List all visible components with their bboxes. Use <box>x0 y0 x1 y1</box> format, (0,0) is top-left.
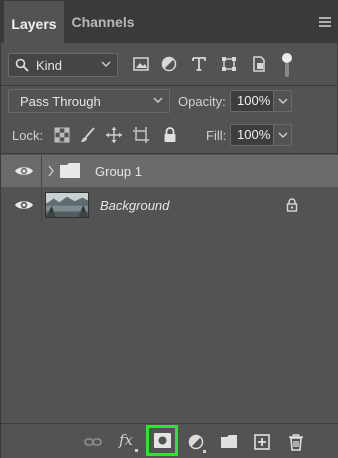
visibility-eye-icon[interactable] <box>14 198 34 212</box>
layer-row-group-1[interactable]: Group 1 <box>1 155 338 187</box>
chevron-down-icon <box>153 97 163 103</box>
filter-kind-label: Kind <box>36 58 63 73</box>
type-filter-icon[interactable] <box>190 55 208 73</box>
layer-name[interactable]: Group 1 <box>95 164 142 179</box>
expand-caret-icon[interactable] <box>48 165 54 177</box>
new-layer-icon[interactable] <box>253 433 271 451</box>
layers-panel: Layers Channels Kind Pass Through Opacit… <box>0 0 338 458</box>
layer-row-background[interactable]: Background <box>1 189 338 221</box>
pixel-filter-icon[interactable] <box>132 55 150 73</box>
folder-icon <box>60 163 80 178</box>
new-group-icon[interactable] <box>220 433 238 451</box>
tab-layers[interactable]: Layers <box>4 1 64 43</box>
shape-filter-icon[interactable] <box>220 55 238 73</box>
blend-mode-label: Pass Through <box>20 94 101 109</box>
chevron-down-icon <box>278 98 288 104</box>
blend-mode-dropdown[interactable]: Pass Through <box>8 89 170 113</box>
fx-menu-indicator <box>135 449 138 452</box>
fill-input[interactable]: 100% <box>230 124 274 146</box>
search-icon <box>15 58 29 72</box>
new-adjustment-layer-icon[interactable] <box>187 433 205 451</box>
layer-filter-row: Kind <box>1 49 338 83</box>
lock-position-icon[interactable] <box>105 126 123 144</box>
link-layers-icon[interactable] <box>84 433 102 451</box>
add-layer-mask-icon <box>154 433 171 448</box>
lock-label: Lock: <box>12 128 44 143</box>
fx-icon[interactable]: fx <box>119 431 133 449</box>
opacity-input[interactable]: 100% <box>230 90 274 112</box>
divider <box>1 153 338 154</box>
layer-lock-icon <box>286 198 298 212</box>
opacity-label: Opacity: <box>178 94 226 109</box>
smart-object-filter-icon[interactable] <box>250 55 268 73</box>
panel-tab-bar: Layers Channels <box>1 1 338 43</box>
adjustment-menu-indicator <box>203 450 206 453</box>
delete-layer-icon[interactable] <box>287 433 305 451</box>
lock-artboard-icon[interactable] <box>132 126 150 144</box>
blend-row: Pass Through Opacity: 100% <box>1 87 338 117</box>
layer-name[interactable]: Background <box>100 198 169 213</box>
lock-row: Lock: Fill: 100% <box>1 121 338 151</box>
filter-kind-dropdown[interactable]: Kind <box>8 53 118 77</box>
add-layer-mask-button[interactable] <box>146 425 178 456</box>
opacity-dropdown[interactable] <box>274 90 292 112</box>
chevron-down-icon <box>101 61 111 67</box>
tab-channels[interactable]: Channels <box>64 1 142 43</box>
lock-all-icon[interactable] <box>161 126 179 144</box>
adjustment-filter-icon[interactable] <box>160 55 178 73</box>
lock-image-pixels-icon[interactable] <box>79 126 97 144</box>
fill-label: Fill: <box>206 128 227 143</box>
filter-toggle-switch[interactable] <box>282 53 292 77</box>
layers-bottom-toolbar: fx <box>1 423 338 458</box>
fill-dropdown[interactable] <box>274 124 292 146</box>
panel-menu-icon[interactable] <box>319 17 331 27</box>
lock-transparent-pixels-icon[interactable] <box>53 126 71 144</box>
visibility-eye-icon[interactable] <box>14 164 34 178</box>
layers-list: Group 1 Background <box>1 155 338 423</box>
divider <box>1 85 338 86</box>
chevron-down-icon <box>278 132 288 138</box>
layer-thumbnail <box>45 192 89 218</box>
